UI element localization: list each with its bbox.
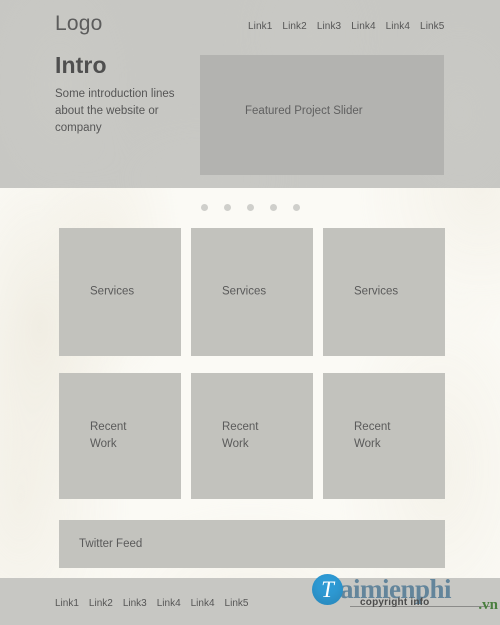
wireframe-mockup-page: Logo Link1 Link2 Link3 Link4 Link4 Link5…: [0, 0, 500, 625]
services-row: Services Services Services: [59, 228, 445, 356]
slider-dot-3[interactable]: [246, 204, 254, 211]
intro-heading: Intro: [55, 52, 107, 78]
footer-navigation: Link1 Link2 Link3 Link4 Link4 Link5: [55, 598, 248, 609]
services-card-3[interactable]: Services: [323, 228, 445, 356]
slider-dot-4[interactable]: [269, 204, 277, 211]
intro-body-text: Some introduction lines about the websit…: [55, 88, 175, 134]
nav-link-1[interactable]: Link1: [248, 21, 272, 32]
footer-link-5[interactable]: Link4: [191, 598, 215, 609]
nav-link-5[interactable]: Link4: [386, 21, 410, 32]
slider-dot-2[interactable]: [223, 204, 231, 211]
nav-link-3[interactable]: Link3: [317, 21, 341, 32]
recent-work-card-3[interactable]: Recent Work: [323, 373, 445, 499]
slider-dot-1[interactable]: [200, 204, 208, 211]
site-logo[interactable]: Logo: [55, 12, 103, 36]
recent-work-card-2[interactable]: Recent Work: [191, 373, 313, 499]
footer-band: Link1 Link2 Link3 Link4 Link4 Link5: [0, 578, 500, 625]
recent-work-row: Recent Work Recent Work Recent Work: [59, 373, 445, 499]
twitter-feed-label: Twitter Feed: [79, 538, 143, 550]
nav-link-2[interactable]: Link2: [282, 21, 306, 32]
footer-link-4[interactable]: Link4: [157, 598, 181, 609]
recent-work-card-1[interactable]: Recent Work: [59, 373, 181, 499]
footer-link-6[interactable]: Link5: [225, 598, 249, 609]
featured-project-slider-label: Featured Project Slider: [245, 105, 363, 117]
recent-work-card-label: Recent Work: [354, 421, 391, 450]
slider-pagination-dots: [0, 204, 500, 211]
slider-dot-5[interactable]: [292, 204, 300, 211]
services-card-2[interactable]: Services: [191, 228, 313, 356]
primary-navigation: Link1 Link2 Link3 Link4 Link4 Link5: [248, 21, 444, 32]
footer-link-2[interactable]: Link2: [89, 598, 113, 609]
services-card-label: Services: [222, 285, 267, 298]
services-card-label: Services: [354, 285, 399, 298]
nav-link-4[interactable]: Link4: [351, 21, 375, 32]
nav-link-6[interactable]: Link5: [420, 21, 444, 32]
recent-work-card-label: Recent Work: [222, 421, 259, 450]
services-card-label: Services: [90, 285, 135, 298]
footer-link-1[interactable]: Link1: [55, 598, 79, 609]
recent-work-card-label: Recent Work: [90, 421, 127, 450]
services-card-1[interactable]: Services: [59, 228, 181, 356]
twitter-feed-panel[interactable]: Twitter Feed: [59, 520, 445, 568]
footer-link-3[interactable]: Link3: [123, 598, 147, 609]
featured-project-slider[interactable]: Featured Project Slider: [200, 55, 444, 175]
header-band: Logo Link1 Link2 Link3 Link4 Link4 Link5…: [0, 0, 500, 188]
